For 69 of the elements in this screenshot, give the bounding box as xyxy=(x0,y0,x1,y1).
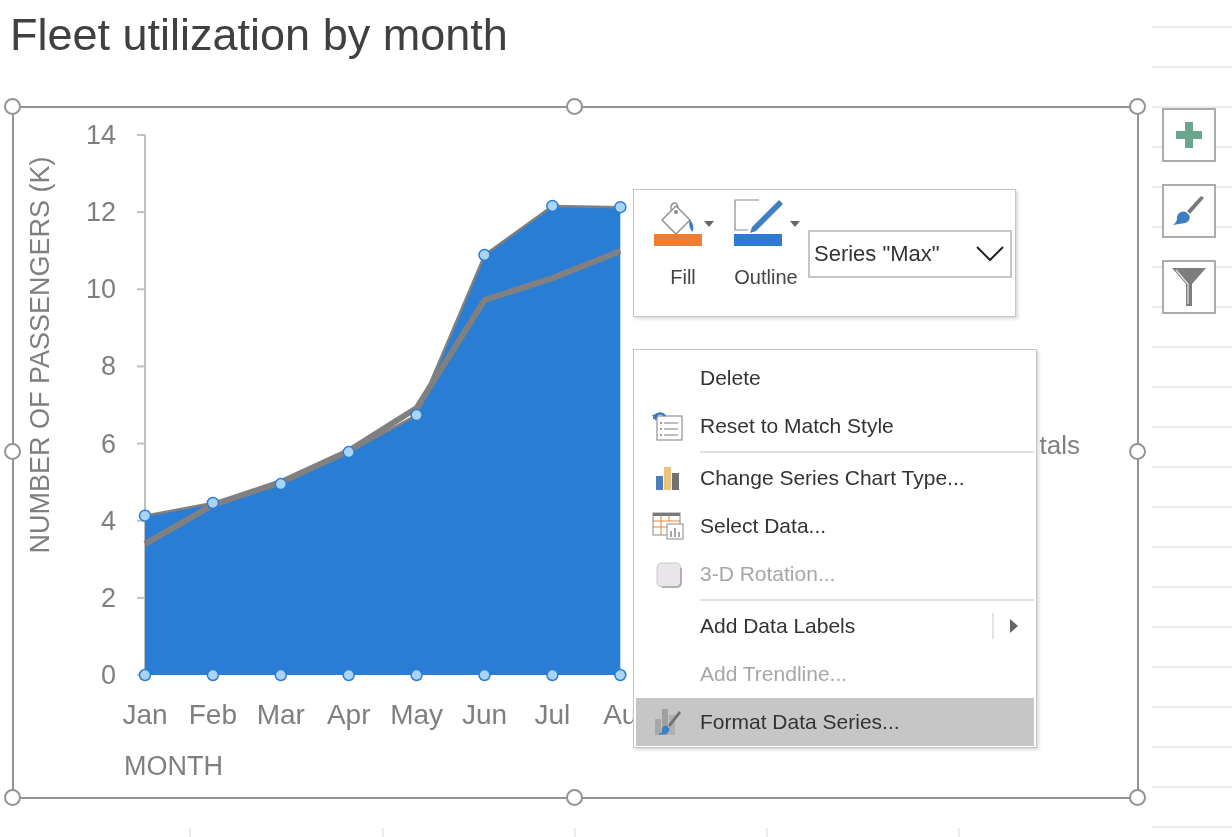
x-tick-label: May xyxy=(390,699,444,730)
resize-handle[interactable] xyxy=(1129,789,1146,806)
x-tick-label: Mar xyxy=(256,699,305,730)
data-point-marker[interactable] xyxy=(410,408,423,422)
resize-handle[interactable] xyxy=(4,443,21,460)
data-point-marker[interactable] xyxy=(138,509,152,522)
submenu-arrow-icon xyxy=(1010,619,1018,633)
legend-label: tals xyxy=(1039,430,1080,460)
resize-handle[interactable] xyxy=(1129,98,1146,115)
line-series[interactable] xyxy=(143,248,622,547)
y-tick-label: 6 xyxy=(100,428,116,459)
x-tick-label: Jul xyxy=(534,699,571,730)
resize-handle[interactable] xyxy=(566,789,583,806)
table-chart-icon xyxy=(652,511,684,541)
resize-handle[interactable] xyxy=(1129,443,1146,460)
x-tick-label: Feb xyxy=(188,699,237,730)
caret-icon xyxy=(790,221,800,227)
x-tick-label: Jun xyxy=(461,699,508,730)
y-tick-label: 14 xyxy=(85,120,116,150)
x-tick-label: Jan xyxy=(122,699,168,730)
data-point-marker[interactable] xyxy=(478,248,491,262)
data-point-marker[interactable] xyxy=(342,668,355,682)
x-axis-title: MONTH xyxy=(124,751,223,781)
data-point-marker[interactable] xyxy=(614,200,627,214)
y-tick-label: 4 xyxy=(100,505,116,536)
data-point-marker[interactable] xyxy=(546,199,559,213)
toolbar-button[interactable]: Fill xyxy=(652,198,714,289)
paintbrush-icon xyxy=(1172,195,1206,227)
list-undo-icon xyxy=(652,411,684,441)
x-tick-label: Apr xyxy=(326,699,371,730)
brush-bars-icon xyxy=(653,707,683,737)
resize-handle[interactable] xyxy=(566,98,583,115)
toolbar-button[interactable]: Outline xyxy=(732,198,800,289)
resize-handle[interactable] xyxy=(4,98,21,115)
filter-icon xyxy=(1171,267,1207,307)
y-tick-label: 0 xyxy=(100,660,116,690)
bar-chart-icon xyxy=(654,464,682,492)
resize-handle[interactable] xyxy=(4,789,21,806)
series-dropdown[interactable]: Series "Max" xyxy=(808,230,1012,278)
caret-icon xyxy=(704,221,714,227)
data-point-marker[interactable] xyxy=(138,668,152,682)
add-element-button[interactable] xyxy=(1162,108,1216,162)
data-point-marker[interactable] xyxy=(342,445,355,459)
data-point-marker[interactable] xyxy=(206,668,220,682)
data-point-marker[interactable] xyxy=(206,496,220,510)
menu-item[interactable]: Change Series Chart Type... xyxy=(636,454,1034,502)
data-point-marker[interactable] xyxy=(274,668,288,682)
menu-item[interactable]: Add Data Labels xyxy=(636,602,1034,650)
chart-filters-button[interactable] xyxy=(1162,260,1216,314)
data-point-marker[interactable] xyxy=(614,668,627,682)
chevron-down-icon xyxy=(976,246,1004,262)
chart-styles-button[interactable] xyxy=(1162,184,1216,238)
y-axis-title: NUMBER OF PASSENGERS (K) xyxy=(25,156,55,554)
data-point-marker[interactable] xyxy=(274,477,288,491)
rounded-cube-icon xyxy=(654,560,682,588)
menu-item[interactable]: Delete xyxy=(636,354,1034,402)
data-point-marker[interactable] xyxy=(410,668,423,682)
plus-icon xyxy=(1174,120,1204,150)
y-tick-label: 2 xyxy=(100,582,116,613)
y-tick-label: 12 xyxy=(85,197,116,228)
menu-item[interactable]: Select Data... xyxy=(636,502,1034,550)
y-tick-label: 8 xyxy=(100,351,116,382)
chart-title: Fleet utilization by month xyxy=(10,10,508,60)
data-point-marker[interactable] xyxy=(546,668,559,682)
menu-item[interactable]: Reset to Match Style xyxy=(636,402,1034,450)
menu-item[interactable]: Format Data Series... xyxy=(636,698,1034,746)
y-tick-label: 10 xyxy=(85,274,116,305)
area-series[interactable] xyxy=(144,204,621,675)
data-point-marker[interactable] xyxy=(478,668,491,682)
